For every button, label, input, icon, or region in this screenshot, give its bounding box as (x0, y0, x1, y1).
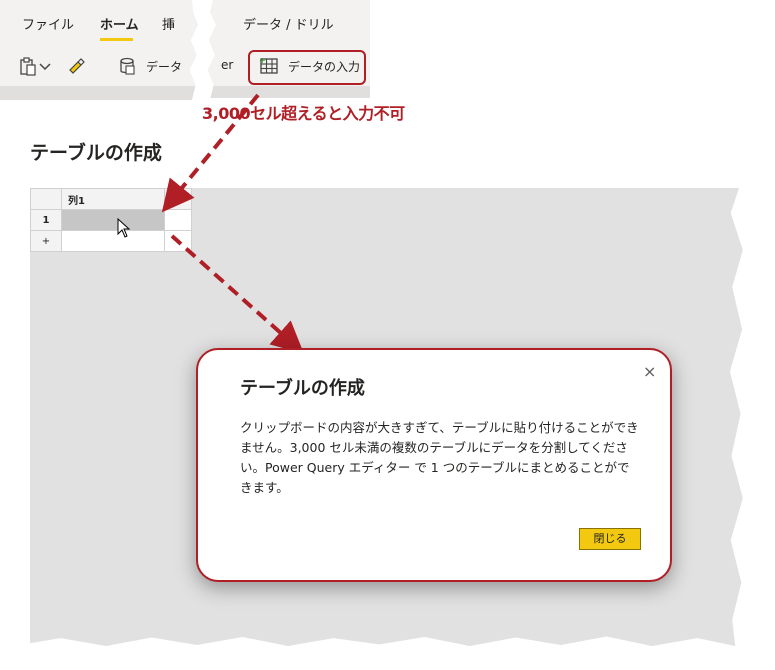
close-button[interactable]: 閉じる (579, 528, 641, 550)
mouse-cursor-icon (117, 218, 131, 238)
table-cell[interactable] (164, 230, 192, 252)
chevron-down-icon[interactable] (38, 56, 52, 76)
tab-insert[interactable]: 挿 (162, 14, 175, 33)
add-row-button[interactable]: + (30, 230, 62, 252)
dialog-message: クリップボードの内容が大きすぎて、テーブルに貼り付けることができません。3,00… (240, 420, 639, 495)
table-cell[interactable] (61, 209, 165, 231)
dialog-title: テーブルの作成 (240, 378, 365, 399)
close-icon[interactable]: × (643, 362, 656, 381)
add-column-cell[interactable] (164, 188, 192, 210)
enter-data-highlight (248, 50, 366, 85)
get-data-label[interactable]: データ (146, 58, 182, 75)
format-painter-icon[interactable] (66, 56, 86, 76)
ribbon: ファイル ホーム 挿 データ / ドリル データ er + データの入力 (0, 0, 370, 100)
tab-file[interactable]: ファイル (22, 14, 74, 33)
data-grid: 列1 1 + (30, 188, 192, 252)
paste-icon[interactable] (18, 56, 38, 76)
annotation-label: 3,000セル超えると入力不可 (198, 98, 409, 126)
table-cell[interactable] (164, 209, 192, 231)
column-header[interactable]: 列1 (61, 188, 165, 210)
row-number: 1 (30, 209, 62, 231)
tab-data-drill[interactable]: データ / ドリル (243, 14, 334, 33)
tab-home[interactable]: ホーム (100, 14, 139, 33)
ribbon-tabs: ファイル ホーム 挿 データ / ドリル (0, 0, 370, 44)
corner-cell (30, 188, 62, 210)
get-data-icon[interactable] (118, 56, 138, 76)
window-title: テーブルの作成 (30, 142, 162, 164)
table-cell[interactable] (61, 230, 165, 252)
transform-data-label-partial[interactable]: er (221, 58, 233, 72)
active-tab-indicator (100, 38, 133, 41)
error-dialog: テーブルの作成 × クリップボードの内容が大きすぎて、テーブルに貼り付けることが… (196, 348, 672, 582)
